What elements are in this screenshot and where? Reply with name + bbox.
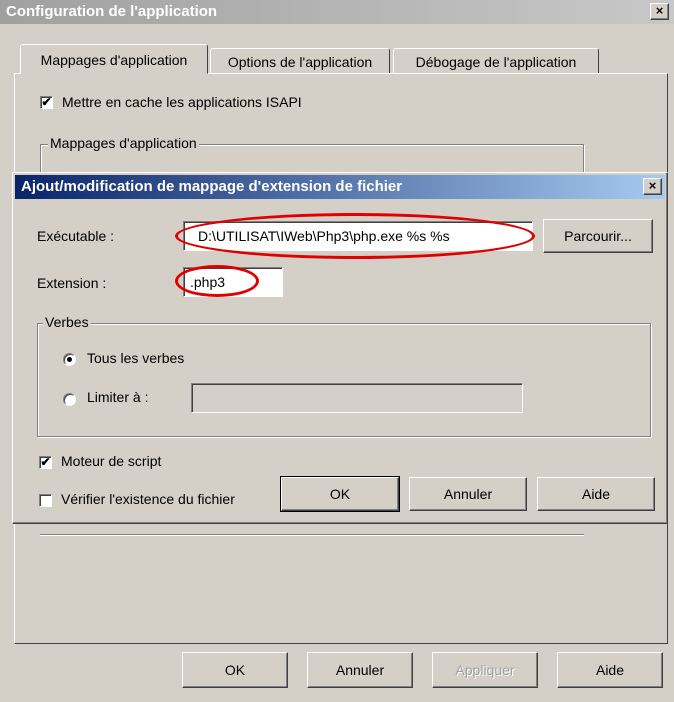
button-label: Aide — [581, 486, 611, 502]
all-verbs-radio[interactable] — [63, 353, 76, 366]
outer-title-bar: Configuration de l'application — [0, 0, 674, 24]
extension-input[interactable]: .php3 — [183, 267, 283, 297]
check-icon: ✔ — [40, 455, 51, 469]
tab-application-options[interactable]: Options de l'application — [210, 48, 390, 74]
button-label: Annuler — [443, 486, 493, 502]
check-icon: ✔ — [41, 95, 52, 109]
limit-to-input[interactable] — [191, 383, 523, 413]
panel-divider — [40, 534, 584, 536]
extension-value: .php3 — [190, 274, 226, 290]
dialog-cancel-button[interactable]: Annuler — [409, 477, 527, 511]
executable-label: Exécutable : — [37, 228, 115, 244]
tab-label: Options de l'application — [227, 54, 373, 70]
button-label: Annuler — [335, 662, 385, 678]
outer-close-button[interactable]: × — [650, 3, 669, 20]
button-label: Appliquer — [455, 662, 515, 678]
radio-selected-dot — [67, 357, 72, 362]
dialog-help-button[interactable]: Aide — [537, 477, 655, 511]
executable-value: D:\UTILISAT\IWeb\Php3\php.exe %s %s — [198, 228, 450, 244]
file-extension-mapping-dialog: Ajout/modification de mappage d'extensio… — [12, 172, 668, 524]
script-engine-checkbox[interactable]: ✔ — [39, 456, 52, 469]
button-label: OK — [224, 662, 246, 678]
outer-window-title: Configuration de l'application — [6, 3, 218, 20]
limit-to-label: Limiter à : — [87, 389, 149, 405]
outer-ok-button[interactable]: OK — [182, 652, 288, 688]
script-engine-label: Moteur de script — [61, 453, 162, 469]
button-label: Parcourir... — [564, 228, 632, 244]
close-icon: × — [655, 3, 664, 18]
browse-button[interactable]: Parcourir... — [543, 219, 653, 253]
close-icon: × — [648, 178, 657, 193]
verbs-group-label: Verbes — [43, 314, 91, 330]
cache-isapi-label: Mettre en cache les applications ISAPI — [62, 94, 302, 110]
all-verbs-label: Tous les verbes — [87, 350, 185, 366]
mappings-group-label: Mappages d'application — [48, 135, 199, 151]
check-file-exists-label: Vérifier l'existence du fichier — [61, 491, 235, 507]
dialog-title: Ajout/modification de mappage d'extensio… — [21, 178, 403, 195]
button-label: OK — [329, 486, 351, 502]
verbs-group — [37, 323, 651, 437]
tab-application-debugging[interactable]: Débogage de l'application — [393, 48, 599, 74]
dialog-ok-button[interactable]: OK — [280, 476, 400, 512]
check-file-exists-checkbox[interactable] — [39, 494, 52, 507]
extension-label: Extension : — [37, 275, 107, 291]
cache-isapi-checkbox[interactable]: ✔ — [40, 96, 53, 109]
dialog-close-button[interactable]: × — [643, 178, 662, 195]
executable-input[interactable]: D:\UTILISAT\IWeb\Php3\php.exe %s %s — [183, 221, 533, 251]
button-label: Aide — [595, 662, 625, 678]
outer-cancel-button[interactable]: Annuler — [307, 652, 413, 688]
tab-application-mappings[interactable]: Mappages d'application — [20, 44, 208, 74]
tab-label: Débogage de l'application — [415, 54, 577, 70]
outer-apply-button[interactable]: Appliquer — [432, 652, 538, 688]
tab-label: Mappages d'application — [40, 52, 188, 68]
outer-help-button[interactable]: Aide — [557, 652, 663, 688]
dialog-title-bar: Ajout/modification de mappage d'extensio… — [15, 175, 665, 199]
limit-to-radio[interactable] — [63, 393, 76, 406]
